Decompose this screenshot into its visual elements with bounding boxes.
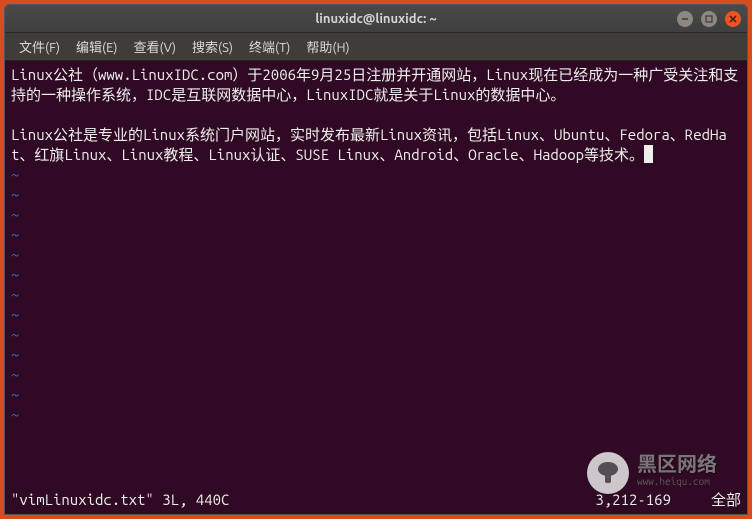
text-paragraph-1: Linux公社（www.LinuxIDC.com）于2006年9月25日注册并开…: [11, 65, 741, 105]
menu-search[interactable]: 搜索(S): [186, 34, 239, 59]
menu-view[interactable]: 查看(V): [128, 34, 182, 59]
watermark-logo-icon: [587, 452, 629, 494]
menu-file[interactable]: 文件(F): [13, 34, 66, 59]
minimize-button[interactable]: [677, 11, 693, 27]
terminal-content[interactable]: Linux公社（www.LinuxIDC.com）于2006年9月25日注册并开…: [5, 61, 747, 514]
text-paragraph-2: Linux公社是专业的Linux系统门户网站，实时发布最新Linux资讯，包括L…: [11, 125, 741, 165]
watermark: 黑区网络 www.heiqu.com: [587, 452, 717, 494]
text-cursor: [644, 145, 653, 163]
status-filename: "vimLinuxidc.txt" 3L, 440C: [11, 490, 229, 510]
vim-empty-lines: ~~~~~~~~~~~~~: [11, 165, 741, 425]
titlebar[interactable]: linuxidc@linuxidc: ~: [5, 5, 747, 33]
watermark-text: 黑区网络: [637, 454, 717, 474]
menu-edit[interactable]: 编辑(E): [70, 34, 123, 59]
blank-line: [11, 105, 741, 125]
menu-help[interactable]: 帮助(H): [300, 34, 355, 59]
menu-terminal[interactable]: 终端(T): [243, 34, 296, 59]
menubar: 文件(F) 编辑(E) 查看(V) 搜索(S) 终端(T) 帮助(H): [5, 33, 747, 61]
window-title: linuxidc@linuxidc: ~: [315, 12, 436, 26]
close-button[interactable]: [725, 11, 741, 27]
watermark-url: www.heiqu.com: [637, 472, 717, 492]
terminal-window: linuxidc@linuxidc: ~ 文件(F) 编辑(E) 查看(V) 搜…: [4, 4, 748, 515]
window-controls: [677, 11, 741, 27]
maximize-button[interactable]: [701, 11, 717, 27]
